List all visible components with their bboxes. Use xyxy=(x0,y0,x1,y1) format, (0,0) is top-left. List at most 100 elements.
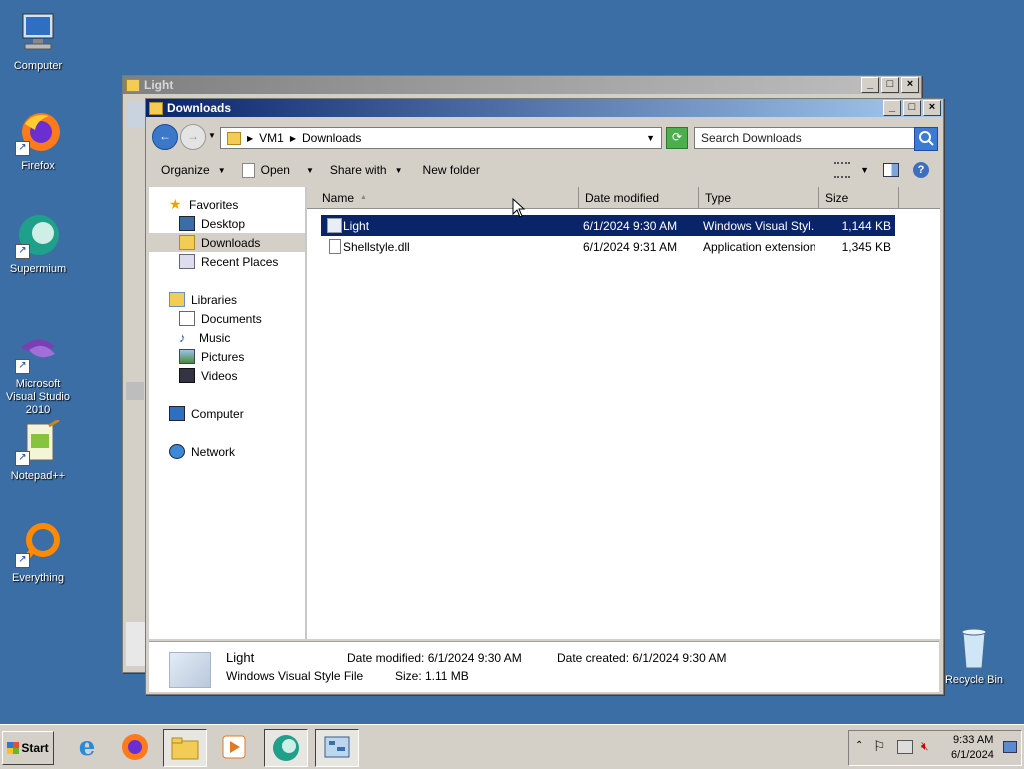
dll-file-icon xyxy=(329,239,341,254)
view-options-icon[interactable] xyxy=(834,162,851,178)
column-header-size[interactable]: Size xyxy=(819,187,899,209)
taskbar-firefox[interactable] xyxy=(114,729,156,765)
nav-favorites[interactable]: ★ Favorites xyxy=(149,195,305,214)
desktop-icon-recycle-bin[interactable]: Recycle Bin xyxy=(936,624,1012,687)
nav-music[interactable]: ♪ Music xyxy=(149,328,305,347)
computer-icon xyxy=(169,406,185,421)
system-tray: ⌃ ⚐ 🔇︎ 9:33 AM 6/1/2024 xyxy=(848,730,1022,766)
nav-downloads[interactable]: Downloads xyxy=(149,233,305,252)
desktop-icon-firefox[interactable]: ↗ Firefox xyxy=(0,110,76,173)
details-date-created: Date created: 6/1/2024 9:30 AM xyxy=(557,651,727,665)
navigation-pane: ★ Favorites Desktop Downloads Recent Pla… xyxy=(149,187,307,639)
nav-label: Network xyxy=(191,444,236,459)
table-row[interactable]: Shellstyle.dll 6/1/2024 9:31 AM Applicat… xyxy=(321,236,895,257)
recent-places-icon xyxy=(179,254,195,269)
downloads-window[interactable]: Downloads _ □ × ← → ▼ ▶ VM1 ▶ Downloads … xyxy=(145,98,944,695)
shortcut-arrow-icon: ↗ xyxy=(15,553,30,568)
search-button[interactable] xyxy=(914,127,938,151)
supermium-icon: ↗ xyxy=(15,213,61,259)
nav-computer[interactable]: Computer xyxy=(149,404,305,423)
nav-network[interactable]: Network xyxy=(149,442,305,461)
column-header-name[interactable]: Name ▲ xyxy=(307,187,579,209)
desktop-icon-notepadpp[interactable]: ↗ Notepad++ xyxy=(0,418,76,483)
show-hidden-icons-icon[interactable]: ⌃ xyxy=(855,740,863,751)
open-button[interactable]: Open ▼ xyxy=(234,158,322,182)
file-date-modified: 6/1/2024 9:30 AM xyxy=(583,219,678,233)
file-name: Shellstyle.dll xyxy=(343,240,410,254)
nav-desktop[interactable]: Desktop xyxy=(149,214,305,233)
network-status-icon[interactable] xyxy=(897,740,913,754)
taskbar-control-panel[interactable] xyxy=(315,729,359,767)
taskbar-explorer[interactable] xyxy=(163,729,207,767)
nav-recent-places[interactable]: Recent Places xyxy=(149,252,305,271)
desktop-icon-visual-studio[interactable]: ↗ Microsoft Visual Studio 2010 xyxy=(0,328,76,417)
column-header-date-modified[interactable]: Date modified xyxy=(579,187,699,209)
windows-logo-icon xyxy=(7,742,20,754)
nav-videos[interactable]: Videos xyxy=(149,366,305,385)
desktop-icon-supermium[interactable]: ↗ Supermium xyxy=(0,213,76,276)
start-button[interactable]: Start xyxy=(2,731,54,765)
new-folder-label: New folder xyxy=(422,163,480,177)
taskbar-media-player[interactable] xyxy=(213,729,255,765)
view-options-caret[interactable]: ▼ xyxy=(860,165,869,175)
network-icon xyxy=(169,444,185,459)
close-button[interactable]: × xyxy=(923,100,941,116)
maximize-button[interactable]: □ xyxy=(881,77,899,93)
desktop-icon-everything[interactable]: ↗ Everything xyxy=(0,522,76,585)
column-label: Date modified xyxy=(585,190,660,205)
back-button[interactable]: ← xyxy=(152,124,178,150)
minimize-button[interactable]: _ xyxy=(883,100,901,116)
table-row[interactable]: Light 6/1/2024 9:30 AM Windows Visual St… xyxy=(321,215,895,236)
nav-label: Libraries xyxy=(191,292,238,307)
downloads-folder-icon xyxy=(179,235,195,250)
new-folder-button[interactable]: New folder xyxy=(415,158,488,182)
supermium-icon xyxy=(273,735,299,761)
search-input[interactable]: Search Downloads xyxy=(694,127,920,149)
forward-button[interactable]: → xyxy=(180,124,206,150)
open-label: Open xyxy=(260,163,290,177)
refresh-button[interactable]: ⟳ xyxy=(666,127,688,149)
clock-time[interactable]: 9:33 AM xyxy=(953,734,993,746)
breadcrumb-caret[interactable]: ▶ xyxy=(290,134,296,143)
taskbar-supermium[interactable] xyxy=(264,729,308,767)
file-list[interactable]: Name ▲ Date modified Type Size Light 6/1… xyxy=(307,187,940,639)
details-date-modified: Date modified: 6/1/2024 9:30 AM xyxy=(347,651,522,665)
address-dropdown-icon[interactable]: ▼ xyxy=(646,133,655,143)
nav-documents[interactable]: Documents xyxy=(149,309,305,328)
videos-icon xyxy=(179,368,195,383)
desktop-icon-label: Recycle Bin xyxy=(944,674,1004,686)
recent-pages-caret[interactable]: ▼ xyxy=(208,131,216,140)
desktop-icon-label: Supermium xyxy=(9,263,67,275)
organize-button[interactable]: Organize ▼ xyxy=(153,158,234,182)
file-type: Windows Visual Styl... xyxy=(703,219,815,233)
address-bar[interactable]: ▶ VM1 ▶ Downloads ▼ xyxy=(220,127,662,149)
left-panel-strip xyxy=(126,622,146,666)
close-button[interactable]: × xyxy=(901,77,919,93)
nav-label: Downloads xyxy=(201,235,261,250)
file-thumbnail-icon xyxy=(169,652,211,688)
breadcrumb-caret[interactable]: ▶ xyxy=(247,134,253,143)
nav-pictures[interactable]: Pictures xyxy=(149,347,305,366)
desktop-icon-computer[interactable]: Computer xyxy=(0,10,76,73)
light-window-titlebar[interactable]: Light _ □ × xyxy=(123,76,921,94)
clock-date[interactable]: 6/1/2024 xyxy=(951,749,994,761)
maximize-button[interactable]: □ xyxy=(903,100,921,116)
share-with-button[interactable]: Share with ▼ xyxy=(322,158,411,182)
desktop-icon-label: Everything xyxy=(12,572,64,584)
minimize-button[interactable]: _ xyxy=(861,77,879,93)
column-header-type[interactable]: Type xyxy=(699,187,819,209)
nav-label: Favorites xyxy=(189,197,239,212)
breadcrumb-downloads[interactable]: Downloads xyxy=(302,131,361,145)
breadcrumb-vm1[interactable]: VM1 xyxy=(259,131,284,145)
downloads-window-titlebar[interactable]: Downloads _ □ × xyxy=(146,99,943,117)
desktop-icon-label: Computer xyxy=(13,60,63,72)
help-icon[interactable]: ? xyxy=(913,162,929,178)
action-center-flag-icon[interactable]: ⚐ xyxy=(873,738,886,755)
volume-muted-icon[interactable]: 🔇︎ xyxy=(921,739,929,754)
taskbar-internet-explorer[interactable]: e xyxy=(66,729,108,765)
music-icon: ♪ xyxy=(179,330,186,345)
scroll-thumb[interactable] xyxy=(126,382,144,400)
nav-libraries[interactable]: Libraries xyxy=(149,290,305,309)
preview-pane-icon[interactable] xyxy=(883,163,899,177)
show-desktop-icon[interactable] xyxy=(1003,741,1017,753)
